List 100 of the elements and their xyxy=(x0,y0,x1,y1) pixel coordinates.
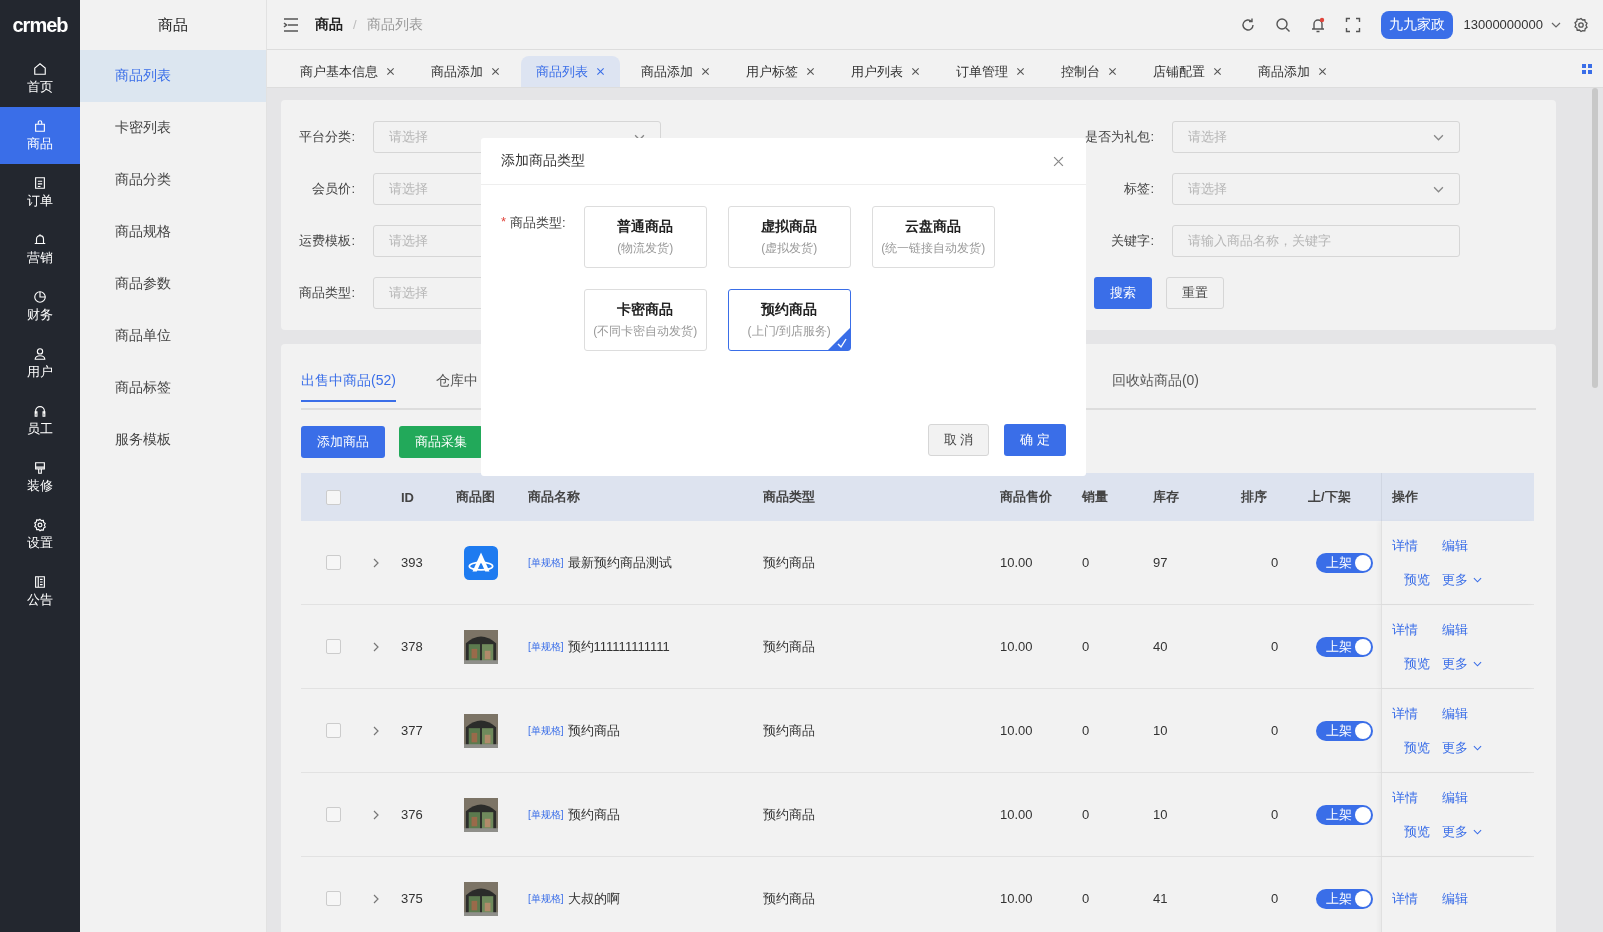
action-link[interactable]: 预览 xyxy=(1392,738,1442,757)
page-tab[interactable]: 控制台 xyxy=(1046,56,1132,87)
action-link[interactable]: 编辑 xyxy=(1442,889,1502,908)
nav-item[interactable]: 用户 xyxy=(0,335,80,392)
page-tab[interactable]: 商品添加 xyxy=(626,56,725,87)
nav-item[interactable]: 财务 xyxy=(0,278,80,335)
action-link[interactable]: 详情 xyxy=(1392,704,1442,723)
nav-item[interactable]: 公告 xyxy=(0,563,80,620)
submenu-item[interactable]: 商品参数 xyxy=(80,258,266,310)
action-link[interactable]: 预览 xyxy=(1392,570,1442,589)
action-link[interactable]: 更多 xyxy=(1442,570,1502,589)
action-link[interactable]: 更多 xyxy=(1442,738,1502,757)
nav-item[interactable]: 员工 xyxy=(0,392,80,449)
close-icon[interactable] xyxy=(701,67,710,76)
table-cell: 376 xyxy=(401,807,423,822)
spec-tag: [单规格] xyxy=(528,891,564,906)
action-link[interactable]: 编辑 xyxy=(1442,620,1502,639)
nav-item[interactable]: 装修 xyxy=(0,449,80,506)
checkbox[interactable] xyxy=(326,555,341,570)
checkbox[interactable] xyxy=(326,639,341,654)
close-icon[interactable] xyxy=(596,67,605,76)
page-tab[interactable]: 商品添加 xyxy=(1243,56,1342,87)
expand-icon[interactable] xyxy=(373,893,379,904)
search-icon[interactable] xyxy=(1275,16,1292,33)
action-link[interactable]: 详情 xyxy=(1392,788,1442,807)
submenu-item[interactable]: 商品标签 xyxy=(80,362,266,414)
page-tab[interactable]: 用户列表 xyxy=(836,56,935,87)
breadcrumb-item[interactable]: 商品 xyxy=(315,15,343,34)
type-option[interactable]: 预约商品 (上门/到店服务) xyxy=(727,289,851,351)
close-icon[interactable] xyxy=(1016,67,1025,76)
action-link[interactable]: 详情 xyxy=(1392,889,1442,908)
action-link[interactable]: 编辑 xyxy=(1442,704,1502,723)
confirm-button[interactable]: 确 定 xyxy=(1004,424,1066,456)
grid-icon[interactable] xyxy=(1582,63,1592,74)
action-link[interactable]: 更多 xyxy=(1442,654,1502,673)
page-tab[interactable]: 商户基本信息 xyxy=(285,56,410,87)
cancel-button[interactable]: 取 消 xyxy=(927,424,990,456)
scrollbar[interactable] xyxy=(1592,88,1598,388)
checkbox[interactable] xyxy=(326,807,341,822)
submenu-item[interactable]: 服务模板 xyxy=(80,414,266,466)
type-option[interactable]: 普通商品 (物流发货) xyxy=(583,206,707,268)
refresh-icon[interactable] xyxy=(1240,16,1257,33)
type-option[interactable]: 虚拟商品 (虚拟发货) xyxy=(727,206,851,268)
action-link[interactable]: 详情 xyxy=(1392,536,1442,555)
close-icon[interactable] xyxy=(911,67,920,76)
bell-icon[interactable] xyxy=(1310,16,1327,33)
close-icon[interactable] xyxy=(386,67,395,76)
action-link[interactable]: 编辑 xyxy=(1442,536,1502,555)
checkbox[interactable] xyxy=(326,489,341,505)
expand-icon[interactable] xyxy=(373,809,379,820)
status-switch[interactable]: 上架 xyxy=(1316,552,1373,573)
nav-item[interactable]: 设置 xyxy=(0,506,80,563)
expand-icon[interactable] xyxy=(373,557,379,568)
page-tab[interactable]: 用户标签 xyxy=(731,56,830,87)
checkbox[interactable] xyxy=(326,723,341,738)
close-icon[interactable] xyxy=(806,67,815,76)
nav-item[interactable]: 首页 xyxy=(0,50,80,107)
action-link[interactable]: 预览 xyxy=(1392,822,1442,841)
page-tab[interactable]: 商品列表 xyxy=(521,56,620,87)
account-menu[interactable]: 13000000000 xyxy=(1463,17,1543,32)
nav-item[interactable]: 订单 xyxy=(0,164,80,221)
page-tab[interactable]: 商品添加 xyxy=(416,56,515,87)
list-tab[interactable]: 回收站商品(0) xyxy=(1111,368,1200,402)
submenu-item[interactable]: 商品规格 xyxy=(80,206,266,258)
submenu-item[interactable]: 商品分类 xyxy=(80,154,266,206)
list-tab[interactable]: 仓库中 xyxy=(435,368,478,402)
submenu-item[interactable]: 商品列表 xyxy=(80,50,266,102)
submenu-item[interactable]: 商品单位 xyxy=(80,310,266,362)
caret-icon[interactable] xyxy=(1551,21,1561,28)
nav-item[interactable]: 商品 xyxy=(0,107,80,164)
expand-icon[interactable] xyxy=(373,725,379,736)
add-product-button[interactable]: 添加商品 xyxy=(301,426,385,458)
close-icon[interactable] xyxy=(1053,155,1064,167)
fullscreen-icon[interactable] xyxy=(1345,16,1362,33)
status-switch[interactable]: 上架 xyxy=(1316,720,1373,741)
status-switch[interactable]: 上架 xyxy=(1316,888,1373,909)
type-option[interactable]: 卡密商品 (不同卡密自动发货) xyxy=(583,289,707,351)
type-option[interactable]: 云盘商品 (统一链接自动发货) xyxy=(871,206,995,268)
status-switch[interactable]: 上架 xyxy=(1316,804,1373,825)
close-icon[interactable] xyxy=(1318,67,1327,76)
status-switch[interactable]: 上架 xyxy=(1316,636,1373,657)
menu-icon[interactable] xyxy=(283,17,299,32)
close-icon[interactable] xyxy=(1213,67,1222,76)
page-tab[interactable]: 订单管理 xyxy=(941,56,1040,87)
list-tab[interactable]: 出售中商品(52) xyxy=(301,368,396,402)
page-tab[interactable]: 店铺配置 xyxy=(1138,56,1237,87)
action-link[interactable]: 预览 xyxy=(1392,654,1442,673)
shop-button[interactable]: 九九家政 xyxy=(1381,10,1454,39)
action-link[interactable]: 详情 xyxy=(1392,620,1442,639)
submenu-item[interactable]: 卡密列表 xyxy=(80,102,266,154)
action-link[interactable]: 更多 xyxy=(1442,822,1502,841)
close-icon[interactable] xyxy=(1108,67,1117,76)
checkbox[interactable] xyxy=(326,891,341,906)
nav-item[interactable]: 营销 xyxy=(0,221,80,278)
reset-button[interactable]: 重置 xyxy=(1166,277,1224,309)
expand-icon[interactable] xyxy=(373,641,379,652)
action-link[interactable]: 编辑 xyxy=(1442,788,1502,807)
close-icon[interactable] xyxy=(491,67,500,76)
settings-icon[interactable] xyxy=(1573,16,1589,33)
search-button[interactable]: 搜索 xyxy=(1094,277,1152,309)
